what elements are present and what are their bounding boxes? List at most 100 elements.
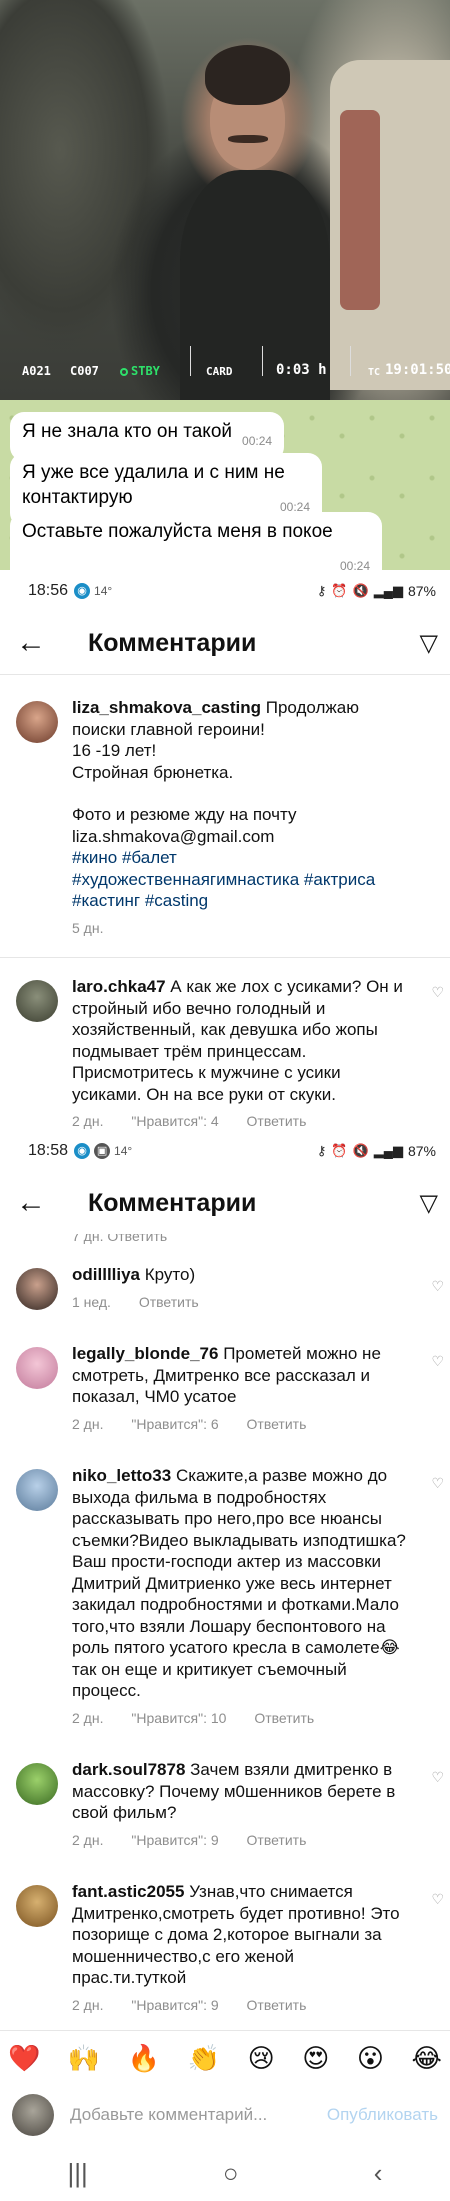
publish-button[interactable]: Опубликовать	[327, 2105, 438, 2125]
likes-count[interactable]: "Нравится": 6	[131, 1416, 218, 1432]
comment-body: dark.soul7878 Зачем взяли дмитренко в ма…	[72, 1759, 434, 1851]
weather-temp: 14°	[94, 584, 113, 598]
avatar[interactable]	[16, 1347, 58, 1389]
avatar[interactable]	[16, 701, 58, 743]
heart-icon[interactable]: ♡	[431, 1769, 444, 1786]
chat-message: Оставьте пожалуйста меня в покое 00:24	[10, 512, 382, 570]
caption-body: liza_shmakova_casting Продолжаю поиски г…	[72, 697, 434, 939]
heart-icon[interactable]: ♡	[431, 1891, 444, 1908]
timecode-label: TC	[368, 367, 381, 378]
comment-item: niko_letto33 Скажите,а разве можно до вы…	[0, 1449, 450, 1743]
username[interactable]: laro.chka47	[72, 977, 166, 996]
status-icons: ⚷ ⏰ 🔇 ▂▄▆ 87%	[317, 1143, 436, 1159]
avatar[interactable]	[16, 980, 58, 1022]
comments-screen-1: 18:56 ◉ 14° ⚷ ⏰ 🔇 ▂▄▆ 87% ← Комментарии …	[0, 570, 450, 1130]
back-arrow-icon[interactable]: ←	[16, 626, 68, 660]
crying-emoji-icon[interactable]: 😢	[248, 2043, 275, 2074]
back-icon[interactable]: ‹	[374, 2158, 383, 2189]
raised-hands-emoji-icon[interactable]: 🙌	[68, 2043, 100, 2074]
video-frame: A021 C007 STBY CARD 0:03 h TC 19:01:50	[0, 0, 450, 400]
username[interactable]: dark.soul7878	[72, 1760, 185, 1779]
hashtags[interactable]: #кино #балет #художественнаягимнастика #…	[72, 847, 408, 912]
recent-apps-icon[interactable]: |||	[68, 2158, 88, 2189]
username[interactable]: niko_letto33	[72, 1466, 171, 1485]
heart-icon[interactable]: ♡	[431, 1353, 444, 1370]
comment-text: Круто)	[144, 1265, 196, 1284]
avatar[interactable]	[16, 1763, 58, 1805]
clap-emoji-icon[interactable]: 👏	[188, 2043, 220, 2074]
cut-off-meta: 7 дн. Ответить	[72, 1234, 168, 1244]
reply-button[interactable]: Ответить	[247, 1997, 307, 2013]
post-age: 5 дн.	[72, 919, 104, 936]
comment-age: 2 дн.	[72, 1831, 104, 1848]
reply-button[interactable]: Ответить	[247, 1113, 307, 1129]
actor-hair	[205, 45, 290, 105]
reply-button[interactable]: Ответить	[139, 1294, 199, 1310]
battery-level: 87%	[407, 583, 436, 599]
emoji-bar: ❤️ 🙌 🔥 👏 😢 😍 😮 😂	[0, 2031, 450, 2085]
username[interactable]: fant.astic2055	[72, 1882, 184, 1901]
likes-count[interactable]: "Нравится": 9	[131, 1832, 218, 1848]
system-nav-bar: ||| ○ ‹	[0, 2145, 450, 2201]
app-notification-icon: ◉	[74, 1143, 91, 1159]
avatar[interactable]	[16, 1469, 58, 1511]
camera-hud: A021 C007 STBY CARD 0:03 h TC 19:01:50	[0, 346, 450, 386]
heart-emoji-icon[interactable]: ❤️	[8, 2043, 40, 2074]
avatar[interactable]	[16, 1885, 58, 1927]
hud-separator	[190, 346, 191, 376]
laughing-emoji-icon[interactable]: 😂	[412, 2043, 442, 2074]
comment-age: 2 дн.	[72, 1113, 104, 1129]
comment-body: laro.chka47 А как же лох с усиками? Он и…	[72, 976, 434, 1133]
heart-icon[interactable]: ♡	[431, 1475, 444, 1492]
post-caption: liza_shmakova_casting Продолжаю поиски г…	[0, 675, 450, 957]
heart-icon[interactable]: ♡	[431, 1278, 444, 1295]
comment-meta: 2 дн. "Нравится": 9 Ответить	[72, 1995, 408, 2017]
clip-number: C007	[70, 364, 99, 378]
reply-button[interactable]: Ответить	[247, 1416, 307, 1432]
status-time: 18:58	[28, 1142, 69, 1159]
send-icon[interactable]: ▽	[420, 1189, 438, 1218]
fire-emoji-icon[interactable]: 🔥	[128, 2043, 160, 2074]
comment-meta: 2 дн. "Нравится": 10 Ответить	[72, 1708, 408, 1730]
caption-text: 16 -19 лет!	[72, 741, 157, 760]
signal-icon: ▂▄▆	[373, 583, 403, 598]
comment-item: legally_blonde_76 Прометей можно не смот…	[0, 1327, 450, 1449]
status-bar: 18:56 ◉ 14° ⚷ ⏰ 🔇 ▂▄▆ 87%	[0, 570, 450, 612]
hud-separator	[262, 346, 263, 376]
comment-meta: 2 дн. "Нравится": 6 Ответить	[72, 1414, 408, 1436]
reply-button[interactable]: Ответить	[247, 1832, 307, 1848]
comment-text: Скажите,а разве можно до выхода фильма в…	[72, 1466, 406, 1700]
comment-input-row: Добавьте комментарий... Опубликовать	[0, 2085, 450, 2145]
home-icon[interactable]: ○	[223, 2158, 239, 2189]
page-title: Комментарии	[88, 628, 257, 657]
likes-count[interactable]: "Нравится": 10	[131, 1710, 226, 1726]
username[interactable]: legally_blonde_76	[72, 1344, 218, 1363]
page-title: Комментарии	[88, 1188, 257, 1217]
comment-meta: 1 нед. Ответить	[72, 1292, 408, 1314]
comment-age: 2 дн.	[72, 1415, 104, 1432]
alarm-icon: ⏰	[331, 1143, 348, 1158]
avatar	[12, 2094, 54, 2136]
weather-temp: 14°	[114, 1144, 133, 1158]
username[interactable]: liza_shmakova_casting	[72, 698, 261, 717]
battery-level: 87%	[407, 1143, 436, 1159]
back-arrow-icon[interactable]: ←	[16, 1186, 68, 1220]
likes-count[interactable]: "Нравится": 9	[131, 1997, 218, 2013]
heart-icon[interactable]: ♡	[431, 984, 444, 1001]
avatar[interactable]	[16, 1268, 58, 1310]
heart-eyes-emoji-icon[interactable]: 😍	[302, 2043, 329, 2074]
seat-headrest	[340, 110, 380, 310]
surprised-emoji-icon[interactable]: 😮	[357, 2043, 384, 2074]
chat-screenshot: Я не знала кто он такой 00:24 Я уже все у…	[0, 400, 450, 570]
comment-input[interactable]: Добавьте комментарий...	[70, 2105, 327, 2125]
status-bar: 18:58 ◉ ▣ 14° ⚷ ⏰ 🔇 ▂▄▆ 87%	[0, 1130, 450, 1172]
signal-icon: ▂▄▆	[373, 1143, 403, 1158]
header: ← Комментарии ▽	[0, 1172, 450, 1234]
likes-count[interactable]: "Нравится": 4	[131, 1113, 218, 1129]
key-icon: ⚷	[316, 583, 327, 598]
reply-button[interactable]: Ответить	[254, 1710, 314, 1726]
clip-id: A021	[22, 364, 51, 378]
alarm-icon: ⏰	[331, 583, 348, 598]
username[interactable]: odilllliya	[72, 1265, 140, 1284]
send-icon[interactable]: ▽	[420, 629, 438, 658]
